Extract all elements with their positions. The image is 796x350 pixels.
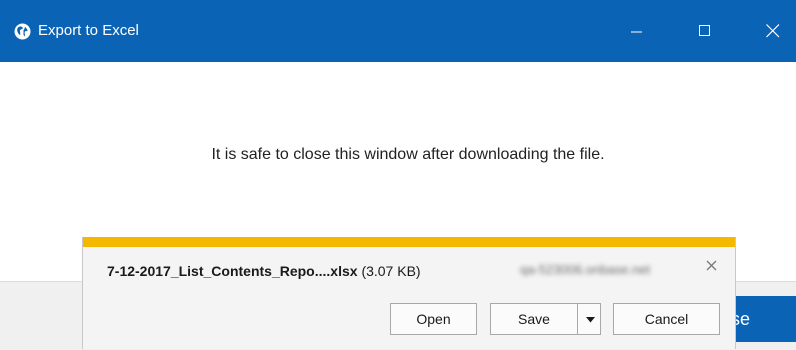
source-domain: qa-523006.onbase.net (520, 262, 651, 277)
save-options-button[interactable] (577, 303, 601, 335)
file-name: 7-12-2017_List_Contents_Repo....xlsx (107, 263, 358, 279)
save-button[interactable]: Save (490, 303, 578, 335)
download-notification-bar: 7-12-2017_List_Contents_Repo....xlsx (3.… (82, 237, 736, 349)
close-icon (766, 24, 780, 38)
maximize-button[interactable] (682, 0, 728, 62)
cancel-button[interactable]: Cancel (613, 303, 720, 335)
globe-icon (14, 23, 31, 40)
title-bar: Export to Excel (0, 0, 796, 62)
maximize-icon (699, 25, 710, 36)
window-title: Export to Excel (38, 22, 139, 39)
minimize-button[interactable] (614, 0, 660, 62)
window-close-button[interactable] (750, 0, 796, 62)
file-size: (3.07 KB) (361, 263, 421, 279)
open-button[interactable]: Open (390, 303, 477, 335)
info-message: It is safe to close this window after do… (211, 146, 605, 163)
close-icon[interactable] (705, 259, 719, 273)
notification-accent-stripe (83, 237, 735, 247)
minimize-icon (631, 31, 642, 33)
download-file-info: 7-12-2017_List_Contents_Repo....xlsx (3.… (107, 263, 421, 279)
caret-down-icon (586, 317, 595, 323)
